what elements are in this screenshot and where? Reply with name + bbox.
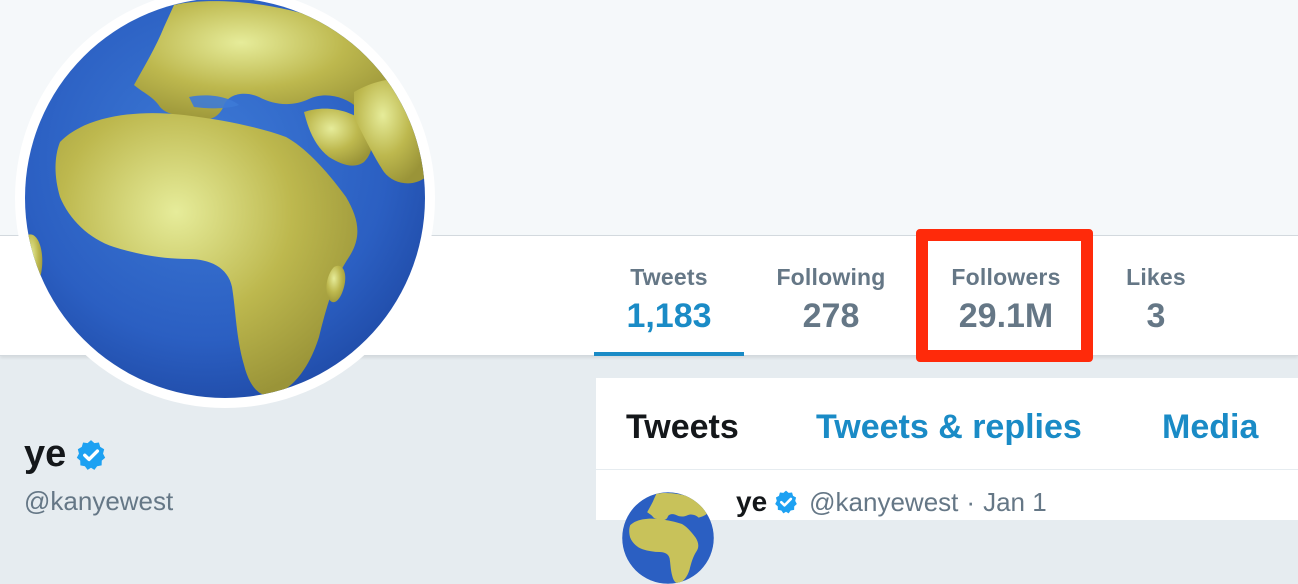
tab-tweets-and-replies[interactable]: Tweets & replies (816, 408, 1082, 447)
stat-followers-value: 29.1M (958, 297, 1054, 335)
verified-badge-icon (775, 490, 797, 514)
stat-likes-value: 3 (1146, 297, 1166, 335)
globe-europe-africa-icon (622, 492, 714, 584)
timeline-tabs: Tweets Tweets & replies Media (596, 378, 1298, 470)
stat-likes[interactable]: Likes 3 (1110, 264, 1202, 336)
tab-tweets[interactable]: Tweets (626, 408, 739, 447)
tweet-author-name[interactable]: ye (736, 486, 767, 518)
stat-following[interactable]: Following 278 (760, 264, 902, 336)
profile-name: ye (24, 433, 108, 476)
stat-tweets-label: Tweets (630, 264, 708, 290)
stat-following-label: Following (776, 264, 886, 290)
stat-following-value: 278 (802, 297, 860, 335)
verified-badge-icon (77, 439, 106, 470)
profile-avatar[interactable] (15, 0, 435, 408)
timeline: Tweets Tweets & replies Media ye @kanyew… (596, 378, 1298, 584)
tweet-header: ye @kanyewest · Jan 1 (736, 486, 1047, 518)
tab-media[interactable]: Media (1162, 408, 1258, 447)
stat-followers[interactable]: Followers 29.1M (930, 264, 1082, 336)
stat-followers-label: Followers (951, 264, 1061, 290)
tweet-timestamp[interactable]: Jan 1 (983, 487, 1047, 518)
tweet-avatar[interactable] (622, 492, 714, 584)
stat-likes-label: Likes (1126, 264, 1186, 290)
profile-name-text: ye (24, 433, 67, 475)
stat-tweets[interactable]: Tweets 1,183 (594, 264, 744, 336)
tweet-separator: · (966, 486, 976, 517)
active-tab-underline (594, 352, 744, 356)
profile-handle[interactable]: @kanyewest (24, 486, 173, 517)
stat-tweets-value: 1,183 (626, 297, 712, 335)
tweet-row[interactable]: ye @kanyewest · Jan 1 (596, 470, 1298, 584)
globe-europe-africa-icon (25, 0, 425, 398)
tweet-author-handle[interactable]: @kanyewest (809, 487, 958, 518)
